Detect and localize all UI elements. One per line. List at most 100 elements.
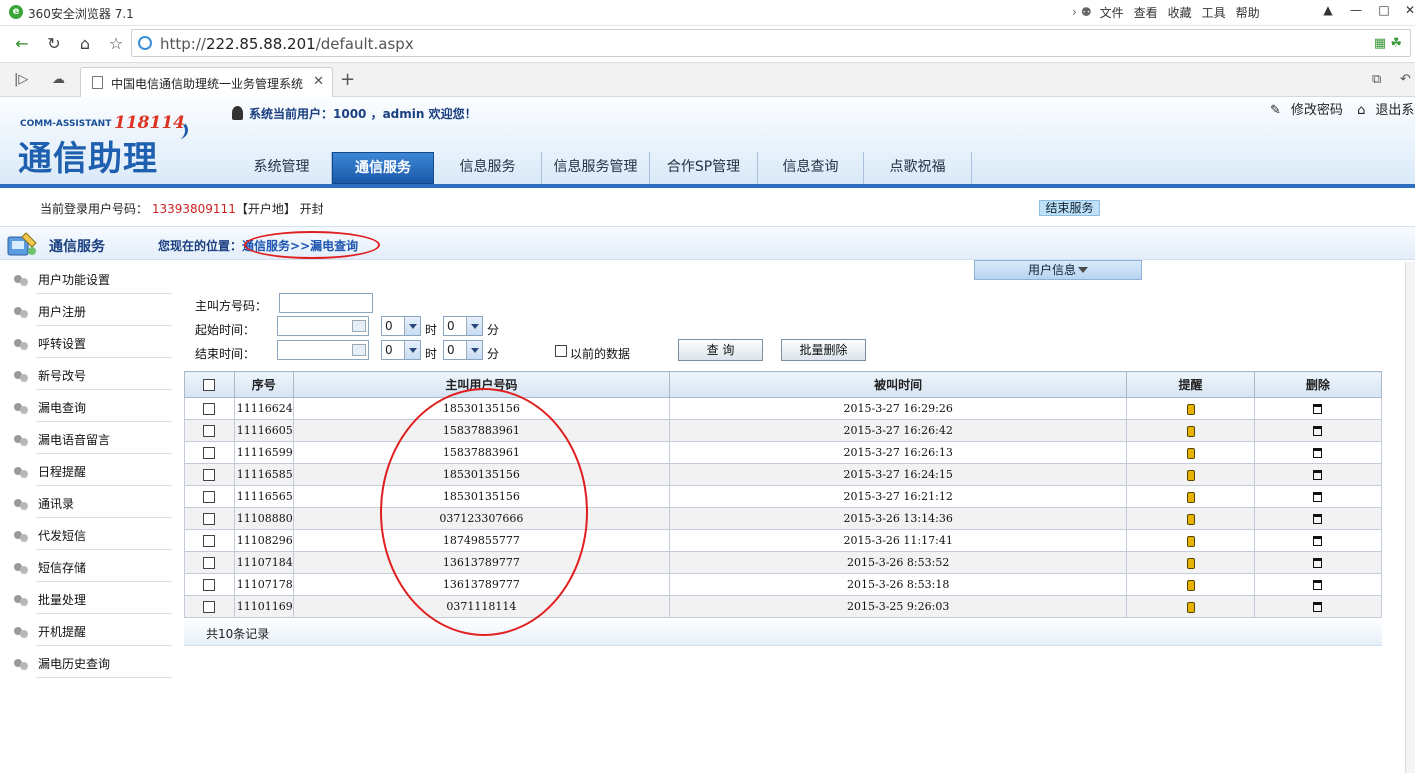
trash-icon[interactable] bbox=[1313, 514, 1323, 524]
nav-information-service[interactable]: 信息服务 bbox=[434, 152, 542, 184]
new-tab-icon[interactable]: + bbox=[340, 69, 355, 90]
logout-link[interactable]: 退出系统 bbox=[1375, 103, 1415, 118]
remind-icon[interactable] bbox=[1186, 469, 1195, 481]
caller-input[interactable] bbox=[279, 293, 373, 313]
sidebar-item-batch-processing[interactable]: 批量处理 bbox=[0, 582, 175, 614]
sidebar-item-contacts[interactable]: 通讯录 bbox=[0, 486, 175, 518]
chevron-right-icon[interactable]: › bbox=[1072, 5, 1077, 19]
row-seq: 11107178 bbox=[233, 573, 294, 596]
trash-icon[interactable] bbox=[1313, 602, 1323, 612]
nav-song-greeting[interactable]: 点歌祝福 bbox=[864, 152, 972, 184]
menu-favorites[interactable]: 收藏 bbox=[1168, 4, 1192, 21]
trash-icon[interactable] bbox=[1313, 448, 1323, 458]
remind-icon[interactable] bbox=[1186, 579, 1195, 591]
nav-system-management[interactable]: 系统管理 bbox=[232, 152, 332, 184]
remind-icon[interactable] bbox=[1186, 513, 1195, 525]
window-list-icon[interactable]: ⧉ bbox=[1372, 72, 1381, 87]
col-call-time: 被叫时间 bbox=[668, 371, 1128, 398]
select-all-checkbox[interactable] bbox=[203, 379, 216, 391]
end-service-button[interactable]: 结束服务 bbox=[1039, 200, 1100, 216]
back-icon[interactable]: ← bbox=[10, 32, 34, 56]
nav-communication-service[interactable]: 通信服务 bbox=[332, 152, 434, 184]
menu-file[interactable]: 文件 bbox=[1100, 4, 1124, 21]
start-hour-select[interactable]: 0 bbox=[381, 316, 421, 336]
calendar-icon[interactable] bbox=[352, 344, 366, 356]
sidebar-item-sms-storage[interactable]: 短信存储 bbox=[0, 550, 175, 582]
row-checkbox[interactable] bbox=[203, 601, 216, 613]
row-checkbox[interactable] bbox=[203, 557, 216, 569]
row-checkbox[interactable] bbox=[203, 447, 216, 459]
trash-icon[interactable] bbox=[1313, 470, 1323, 480]
row-checkbox[interactable] bbox=[203, 403, 216, 415]
star-icon[interactable]: ☆ bbox=[104, 32, 128, 56]
remind-icon[interactable] bbox=[1186, 425, 1195, 437]
remind-icon[interactable] bbox=[1186, 557, 1195, 569]
previous-data-checkbox[interactable] bbox=[555, 345, 567, 357]
table-row: 11107184 13613789777 2015-3-26 8:53:52 bbox=[184, 551, 1383, 574]
row-time: 2015-3-26 8:53:18 bbox=[668, 573, 1128, 596]
trash-icon[interactable] bbox=[1313, 404, 1323, 414]
calendar-icon[interactable] bbox=[352, 320, 366, 332]
sidebar-item-missed-call-query[interactable]: 漏电查询 bbox=[0, 390, 175, 422]
menu-help[interactable]: 帮助 bbox=[1236, 4, 1260, 21]
table-row: 11116565 18530135156 2015-3-27 16:21:12 bbox=[184, 485, 1383, 508]
nav-info-service-management[interactable]: 信息服务管理 bbox=[542, 152, 650, 184]
remind-icon[interactable] bbox=[1186, 447, 1195, 459]
end-minute-select[interactable]: 0 bbox=[443, 340, 483, 360]
sidebar-item-missed-call-voicemail[interactable]: 漏电语音留言 bbox=[0, 422, 175, 454]
row-checkbox[interactable] bbox=[203, 535, 216, 547]
vertical-scrollbar[interactable] bbox=[1405, 262, 1415, 773]
sidebar-item-power-on-reminder[interactable]: 开机提醒 bbox=[0, 614, 175, 646]
row-seq: 11116605 bbox=[233, 419, 294, 442]
nav-information-query[interactable]: 信息查询 bbox=[758, 152, 864, 184]
cloud-icon[interactable]: ☁ bbox=[52, 72, 65, 87]
remind-icon[interactable] bbox=[1186, 491, 1195, 503]
row-checkbox[interactable] bbox=[203, 469, 216, 481]
minimize-icon[interactable]: — bbox=[1343, 1, 1369, 21]
tab-close-icon[interactable]: ✕ bbox=[313, 74, 324, 89]
sidebar-toggle-icon[interactable]: |▷ bbox=[14, 72, 28, 87]
sidebar-item-user-registration[interactable]: 用户注册 bbox=[0, 294, 175, 326]
user-info-tab[interactable]: 用户信息 bbox=[974, 260, 1142, 280]
skin-icon[interactable]: ▲ bbox=[1315, 1, 1341, 21]
undo-close-icon[interactable]: ↶ bbox=[1400, 72, 1411, 87]
trash-icon[interactable] bbox=[1313, 580, 1323, 590]
close-icon[interactable]: ✕ bbox=[1397, 1, 1415, 21]
row-seq: 11116565 bbox=[233, 485, 294, 508]
home-icon[interactable]: ⌂ bbox=[73, 32, 97, 56]
trash-icon[interactable] bbox=[1313, 492, 1323, 502]
trash-icon[interactable] bbox=[1313, 426, 1323, 436]
menu-view[interactable]: 查看 bbox=[1134, 4, 1158, 21]
sidebar-item-number-change[interactable]: 新号改号 bbox=[0, 358, 175, 390]
nav-partner-sp-management[interactable]: 合作SP管理 bbox=[650, 152, 758, 184]
menu-tools[interactable]: 工具 bbox=[1202, 4, 1226, 21]
nav-divider bbox=[0, 184, 1415, 188]
remind-icon[interactable] bbox=[1186, 535, 1195, 547]
trash-icon[interactable] bbox=[1313, 558, 1323, 568]
batch-delete-button[interactable]: 批量删除 bbox=[781, 339, 866, 361]
url-input[interactable]: http://222.85.88.201/default.aspx ▦ ☘ bbox=[131, 29, 1411, 57]
start-minute-select[interactable]: 0 bbox=[443, 316, 483, 336]
sidebar-item-missed-call-history[interactable]: 漏电历史查询 bbox=[0, 646, 175, 678]
row-checkbox[interactable] bbox=[203, 425, 216, 437]
trash-icon[interactable] bbox=[1313, 536, 1323, 546]
change-password-link[interactable]: 修改密码 bbox=[1291, 103, 1343, 118]
remind-icon[interactable] bbox=[1186, 403, 1195, 415]
row-checkbox[interactable] bbox=[203, 513, 216, 525]
maximize-icon[interactable]: □ bbox=[1371, 1, 1397, 21]
user-icon[interactable]: ⚉ bbox=[1081, 5, 1092, 19]
sidebar-item-send-sms[interactable]: 代发短信 bbox=[0, 518, 175, 550]
sidebar-item-user-features[interactable]: 用户功能设置 bbox=[0, 262, 175, 294]
end-hour-select[interactable]: 0 bbox=[381, 340, 421, 360]
query-button[interactable]: 查 询 bbox=[678, 339, 763, 361]
browser-tab[interactable]: 中国电信通信助理统一业务管理系统 ✕ bbox=[80, 67, 333, 98]
row-time: 2015-3-26 13:14:36 bbox=[668, 507, 1128, 530]
sidebar-item-schedule-reminder[interactable]: 日程提醒 bbox=[0, 454, 175, 486]
row-checkbox[interactable] bbox=[203, 579, 216, 591]
qr-leaf-icons[interactable]: ▦ ☘ bbox=[1374, 36, 1402, 51]
remind-icon[interactable] bbox=[1186, 601, 1195, 613]
reload-icon[interactable]: ↻ bbox=[42, 32, 66, 56]
row-checkbox[interactable] bbox=[203, 491, 216, 503]
row-caller: 15837883961 bbox=[292, 441, 670, 464]
sidebar-item-call-forwarding[interactable]: 呼转设置 bbox=[0, 326, 175, 358]
